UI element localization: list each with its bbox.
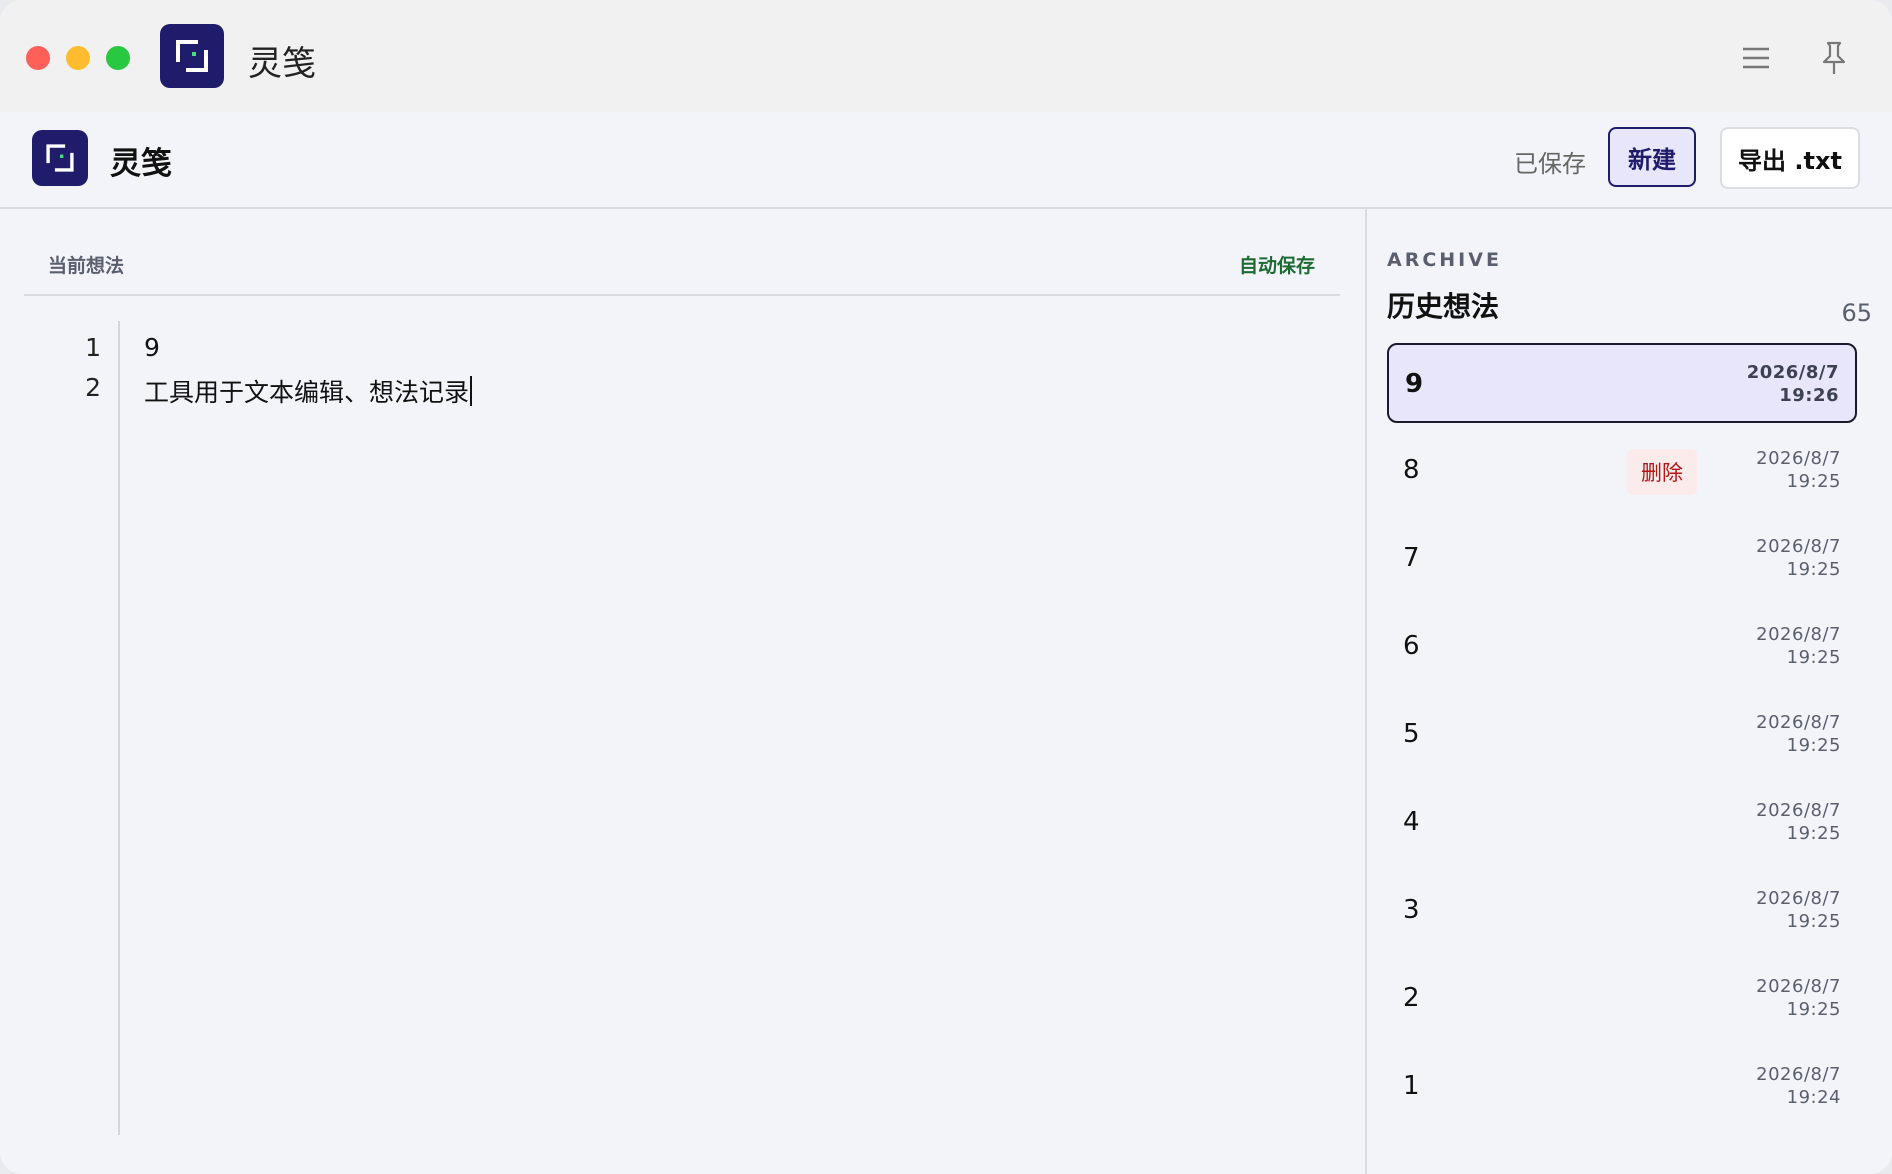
archive-eyebrow: ARCHIVE — [1387, 249, 1502, 271]
history-item[interactable]: 1 2026/8/7 19:24 — [1387, 1047, 1857, 1127]
export-txt-button[interactable]: 导出 .txt — [1720, 127, 1860, 189]
new-button[interactable]: 新建 — [1608, 127, 1696, 187]
app-window: 灵笺 灵笺 已保存 新建 导出 .txt 当前想法 自动保存 1 2 9 工具用… — [0, 0, 1892, 1174]
history-item-name: 7 — [1403, 543, 1420, 573]
history-title: 历史想法 — [1387, 290, 1500, 323]
history-item[interactable]: 2 2026/8/7 19:25 — [1387, 959, 1857, 1039]
editor-line[interactable]: 工具用于文本编辑、想法记录 — [144, 373, 473, 409]
history-item-name: 2 — [1403, 983, 1420, 1013]
history-item-name: 6 — [1403, 631, 1420, 661]
line-number: 1 — [85, 333, 101, 362]
traffic-close-icon[interactable] — [26, 46, 50, 70]
history-item-name: 5 — [1403, 719, 1420, 749]
window-title: 灵笺 — [248, 44, 316, 84]
current-idea-label: 当前想法 — [48, 255, 125, 277]
history-count: 65 — [1841, 299, 1872, 327]
hamburger-menu-icon[interactable] — [1732, 34, 1780, 82]
history-item-timestamp: 2026/8/7 19:25 — [1756, 536, 1841, 580]
editor-line-text: 工具用于文本编辑、想法记录 — [144, 378, 470, 407]
history-item-timestamp: 2026/8/7 19:25 — [1756, 448, 1841, 492]
history-item[interactable]: 6 2026/8/7 19:25 — [1387, 607, 1857, 687]
history-item-name: 9 — [1405, 369, 1424, 399]
title-bar: 灵笺 — [0, 0, 1892, 112]
history-item[interactable]: 5 2026/8/7 19:25 — [1387, 695, 1857, 775]
editor-pane: 当前想法 自动保存 1 2 9 工具用于文本编辑、想法记录 — [0, 209, 1365, 1174]
app-logo-icon — [160, 24, 224, 88]
line-number: 2 — [85, 373, 101, 402]
history-item-timestamp: 2026/8/7 19:25 — [1756, 888, 1841, 932]
line-number-gutter: 1 2 — [60, 321, 120, 1135]
history-item[interactable]: 3 2026/8/7 19:25 — [1387, 871, 1857, 951]
history-item-timestamp: 2026/8/7 19:25 — [1756, 712, 1841, 756]
editor-line[interactable]: 9 — [144, 333, 160, 362]
history-item-name: 1 — [1403, 1071, 1420, 1101]
history-item[interactable]: 8 删除 2026/8/7 19:25 — [1387, 431, 1857, 511]
history-item-timestamp: 2026/8/7 19:26 — [1746, 362, 1839, 406]
history-item-name: 8 — [1403, 455, 1420, 485]
history-item[interactable]: 7 2026/8/7 19:25 — [1387, 519, 1857, 599]
history-sidebar: ARCHIVE 历史想法 65 9 2026/8/7 19:26 8 删除 202… — [1367, 209, 1892, 1174]
history-item-name: 3 — [1403, 895, 1420, 925]
app-header: 灵笺 已保存 新建 导出 .txt — [0, 112, 1892, 209]
delete-button[interactable]: 删除 — [1627, 449, 1697, 495]
history-item-timestamp: 2026/8/7 19:24 — [1756, 1064, 1841, 1108]
save-status: 已保存 — [1514, 150, 1586, 178]
history-item-timestamp: 2026/8/7 19:25 — [1756, 800, 1841, 844]
app-logo-icon — [32, 130, 88, 186]
autosave-indicator: 自动保存 — [1238, 255, 1315, 277]
traffic-maximize-icon[interactable] — [106, 46, 130, 70]
editor-line-text: 9 — [144, 333, 160, 362]
history-item-timestamp: 2026/8/7 19:25 — [1756, 976, 1841, 1020]
text-caret — [470, 376, 473, 406]
traffic-minimize-icon[interactable] — [66, 46, 90, 70]
history-item[interactable]: 9 2026/8/7 19:26 — [1387, 343, 1857, 423]
history-item[interactable]: 4 2026/8/7 19:25 — [1387, 783, 1857, 863]
app-title: 灵笺 — [110, 146, 172, 182]
pin-icon[interactable] — [1810, 34, 1858, 82]
divider — [24, 294, 1340, 296]
history-item-timestamp: 2026/8/7 19:25 — [1756, 624, 1841, 668]
history-item-name: 4 — [1403, 807, 1420, 837]
